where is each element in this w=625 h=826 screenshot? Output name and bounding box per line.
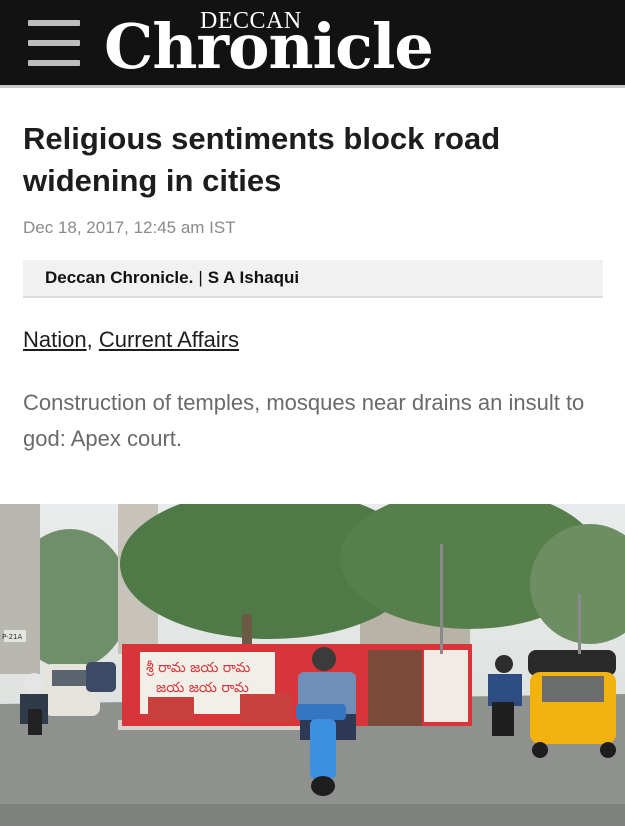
pillar-sign-text: P-21A [2,633,23,641]
menu-bar [28,40,80,46]
car-blue [86,662,116,692]
scooter-front [296,704,346,720]
byline-author[interactable]: S A Ishaqui [208,268,299,288]
category-separator: , [86,327,99,352]
rider-helmet [312,647,336,671]
scooter-wheel [311,776,335,796]
wall-text-line1: శ్రీ రామ జయ రామ [146,660,251,676]
wall-gate [368,650,422,726]
category-link-current-affairs[interactable]: Current Affairs [99,327,239,352]
article-categories: Nation, Current Affairs [23,327,239,353]
pillar-left [0,504,40,674]
auto-wheel-right [600,742,616,758]
logo-main-text: Chronicle [104,10,434,83]
menu-icon[interactable] [28,18,80,68]
rider-right-body [488,674,522,706]
wall-text-line2: జయ జయ రామ [156,680,249,696]
wall-panel [424,650,468,722]
byline: Deccan Chronicle. | S A Ishaqui [23,260,603,298]
photo-scene: P-21A శ్రీ రామ జయ రామ జయ జయ రామ [0,504,625,826]
rider-right-helmet [495,655,513,673]
auto-wheel-left [532,742,548,758]
site-logo[interactable]: DECCAN Chronicle [104,4,434,84]
road-front [0,804,625,826]
category-link-nation[interactable]: Nation [23,327,87,352]
byline-separator: | [198,268,203,287]
bike-right [492,702,514,736]
pole [440,544,443,654]
rider-left-helmet [23,673,45,695]
site-header: DECCAN Chronicle [0,0,625,88]
article-timestamp: Dec 18, 2017, 12:45 am IST [23,218,236,237]
article-photo[interactable]: P-21A శ్రీ రామ జయ రామ జయ జయ రామ [0,504,625,826]
bike-left [28,709,42,735]
planter-left [148,697,194,721]
pole-right [578,594,581,654]
auto-windshield [542,676,604,702]
scooter-body [310,719,336,779]
planter-center [240,694,292,722]
article-headline: Religious sentiments block road widening… [23,121,501,198]
menu-bar [28,60,80,66]
menu-bar [28,20,80,26]
byline-source[interactable]: Deccan Chronicle. [45,268,193,288]
article-summary: Construction of temples, mosques near dr… [23,390,585,451]
